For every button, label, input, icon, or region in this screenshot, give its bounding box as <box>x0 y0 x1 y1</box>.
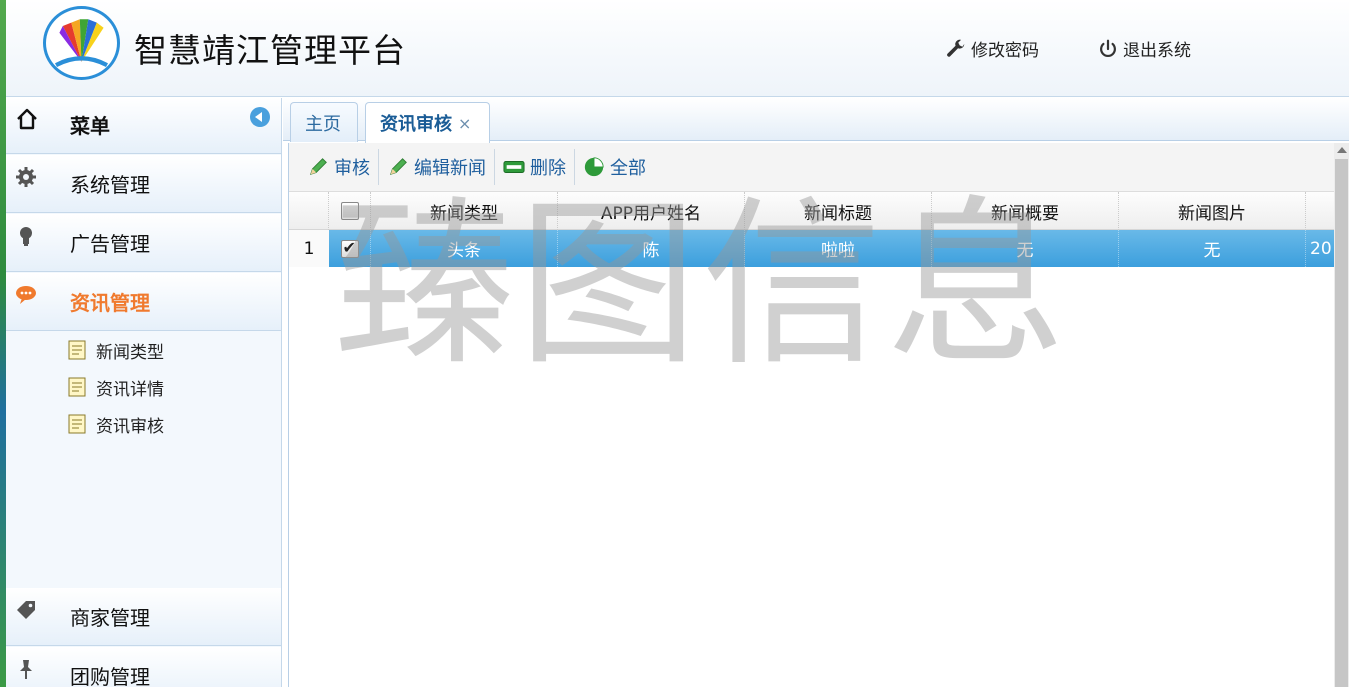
sidebar: 菜单 系统管理 广告管理 资讯管理 新闻类型 资讯详情 资讯审核 商家管理 团购… <box>6 98 282 687</box>
column-header[interactable]: 新闻标题 <box>745 192 932 230</box>
edit-news-button[interactable]: 编辑新闻 <box>379 149 495 185</box>
change-password-button[interactable]: 修改密码 <box>945 36 1039 61</box>
row-checkbox[interactable] <box>340 238 359 258</box>
submenu-label: 资讯审核 <box>96 416 164 437</box>
table-row[interactable]: 头条 陈 啦啦 无 无 20 <box>329 230 1335 267</box>
app-header: 智慧靖江管理平台 修改密码 退出系统 <box>0 0 1349 97</box>
home-icon <box>17 108 37 130</box>
gear-icon <box>16 167 36 187</box>
logout-label: 退出系统 <box>1123 41 1191 61</box>
table-cell: 无 <box>1119 230 1306 267</box>
sidebar-item-merchants[interactable]: 商家管理 <box>6 588 281 646</box>
app-title: 智慧靖江管理平台 <box>134 31 406 70</box>
pencil-icon <box>389 158 407 176</box>
tab-bar: 主页 资讯审核 × <box>283 98 1349 143</box>
delete-label: 删除 <box>530 158 566 179</box>
content-panel: 审核 编辑新闻 删除 全部 新闻类型 APP用户姓名 新闻标题 新闻概要 新闻图… <box>288 143 1335 687</box>
column-header[interactable]: 新闻概要 <box>932 192 1119 230</box>
chat-bubble-icon <box>16 286 36 304</box>
bulb-icon <box>20 227 32 246</box>
sidebar-item-news[interactable]: 资讯管理 <box>6 273 281 331</box>
sidebar-item-label: 系统管理 <box>70 173 150 197</box>
scroll-up-icon[interactable] <box>1337 147 1347 153</box>
show-all-button[interactable]: 全部 <box>575 149 654 185</box>
vertical-scrollbar[interactable] <box>1334 143 1349 687</box>
audit-button[interactable]: 审核 <box>299 149 379 185</box>
rownum-header <box>289 192 329 230</box>
fan-logo-icon <box>43 6 120 80</box>
sidebar-item-system[interactable]: 系统管理 <box>6 155 281 213</box>
collapse-sidebar-button[interactable] <box>250 107 270 127</box>
submenu-item-news-detail[interactable]: 资讯详情 <box>68 372 164 402</box>
submenu-label: 资讯详情 <box>96 379 164 400</box>
document-icon <box>68 414 86 434</box>
table-cell: 头条 <box>371 230 558 267</box>
close-icon[interactable]: × <box>458 114 471 133</box>
submenu-item-news-audit[interactable]: 资讯审核 <box>68 409 164 439</box>
sidebar-item-label: 资讯管理 <box>70 291 150 315</box>
tab-label: 主页 <box>305 113 341 135</box>
table-cell: 20 <box>1310 238 1332 259</box>
audit-label: 审核 <box>334 158 370 179</box>
show-all-label: 全部 <box>610 158 646 179</box>
sidebar-item-label: 广告管理 <box>70 232 150 256</box>
table-header: 新闻类型 APP用户姓名 新闻标题 新闻概要 新闻图片 <box>289 192 1335 230</box>
edit-news-label: 编辑新闻 <box>414 158 486 179</box>
toolbar: 审核 编辑新闻 删除 全部 <box>289 143 1335 192</box>
document-icon <box>68 377 86 397</box>
submenu-item-news-type[interactable]: 新闻类型 <box>68 335 164 365</box>
table-cell: 无 <box>932 230 1119 267</box>
menu-header: 菜单 <box>6 98 281 154</box>
power-icon <box>1100 39 1116 57</box>
tag-icon <box>17 601 35 619</box>
pie-chart-icon <box>584 157 604 177</box>
row-select-cell <box>329 230 371 267</box>
delete-button[interactable]: 删除 <box>495 149 575 185</box>
column-header[interactable]: 新闻图片 <box>1119 192 1306 230</box>
logout-button[interactable]: 退出系统 <box>1097 36 1191 61</box>
select-all-checkbox[interactable] <box>340 202 359 220</box>
minus-box-icon <box>503 161 525 173</box>
row-number: 1 <box>289 230 329 267</box>
column-header[interactable]: APP用户姓名 <box>558 192 745 230</box>
document-icon <box>68 340 86 360</box>
pencil-icon <box>309 158 327 176</box>
column-header[interactable]: 新闻类型 <box>371 192 558 230</box>
sidebar-item-label: 商家管理 <box>70 606 150 630</box>
pin-icon <box>20 660 32 679</box>
table-cell: 陈 <box>558 230 745 267</box>
table-cell: 啦啦 <box>745 230 932 267</box>
tab-news-audit[interactable]: 资讯审核 × <box>365 102 490 143</box>
submenu-label: 新闻类型 <box>96 342 164 363</box>
sidebar-item-groupbuy[interactable]: 团购管理 <box>6 647 281 687</box>
tab-home[interactable]: 主页 <box>290 102 358 142</box>
change-password-label: 修改密码 <box>971 41 1039 61</box>
scrollbar-thumb[interactable] <box>1335 159 1348 687</box>
tab-label: 资讯审核 <box>380 114 452 135</box>
sidebar-item-label: 团购管理 <box>70 665 150 687</box>
wrench-icon <box>947 39 965 57</box>
menu-label: 菜单 <box>70 114 110 138</box>
sidebar-item-ads[interactable]: 广告管理 <box>6 214 281 272</box>
select-all-cell <box>329 192 371 230</box>
